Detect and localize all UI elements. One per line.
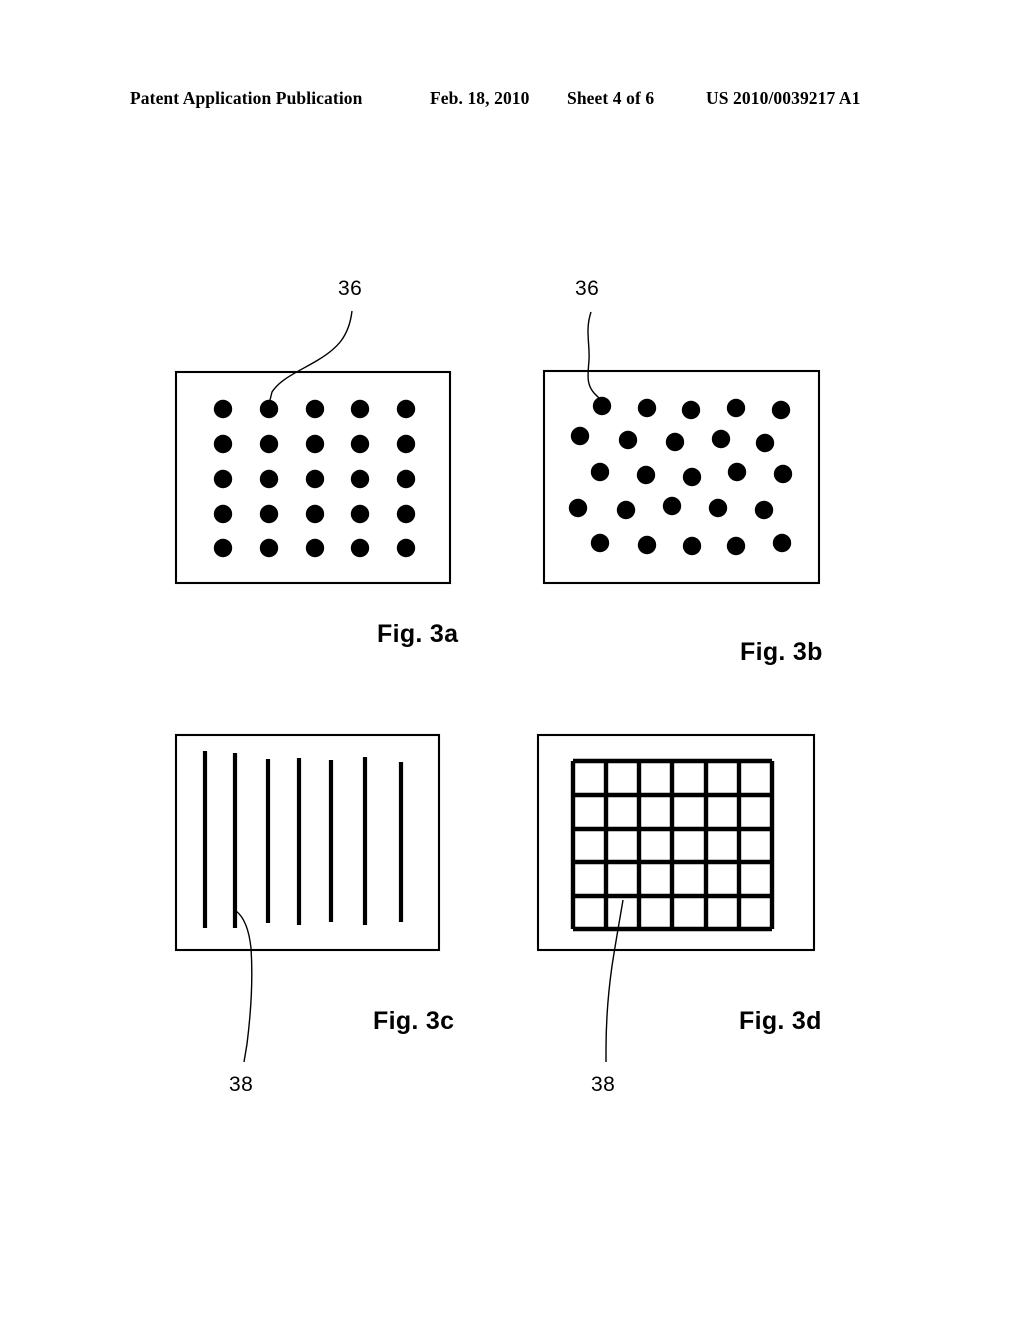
figure-3a-dot-array: [213, 399, 416, 558]
figure-3a-leader-line: [269, 310, 353, 401]
dot: [396, 434, 416, 454]
dot: [350, 504, 370, 524]
reference-numeral-38-fig3c: 38: [229, 1073, 254, 1096]
dot: [592, 396, 612, 416]
dot: [568, 498, 588, 518]
dot: [665, 432, 685, 452]
figure-3d-leader-line: [605, 899, 624, 1062]
figure-3c-line-array: [202, 751, 404, 928]
dot: [681, 400, 701, 420]
dot: [726, 398, 746, 418]
dot: [755, 433, 775, 453]
dot: [305, 399, 325, 419]
dot: [636, 465, 656, 485]
dot: [682, 467, 702, 487]
reference-numeral-36-fig3b: 36: [575, 277, 600, 300]
dot: [396, 538, 416, 558]
dot: [618, 430, 638, 450]
dot: [350, 469, 370, 489]
dot: [213, 538, 233, 558]
dot: [213, 504, 233, 524]
reference-numeral-36-fig3a: 36: [338, 277, 363, 300]
figure-3b-dot-array: [568, 396, 793, 556]
dot: [396, 504, 416, 524]
dot: [396, 469, 416, 489]
dot: [590, 462, 610, 482]
dot: [305, 434, 325, 454]
figure-3b-group: [542, 311, 821, 585]
figure-3c-leader-line: [235, 910, 253, 1063]
dot: [305, 504, 325, 524]
dot: [213, 399, 233, 419]
dot: [637, 535, 657, 555]
dot: [590, 533, 610, 553]
reference-numeral-38-fig3d: 38: [591, 1073, 616, 1096]
dot: [637, 398, 657, 418]
dot: [259, 434, 279, 454]
dot: [772, 533, 792, 553]
dot: [771, 400, 791, 420]
dot: [305, 469, 325, 489]
dot: [259, 504, 279, 524]
dot: [350, 434, 370, 454]
figure-3b-caption: Fig. 3b: [740, 638, 823, 666]
dot: [305, 538, 325, 558]
figure-3a-caption: Fig. 3a: [377, 620, 459, 648]
dot: [682, 536, 702, 556]
dot: [396, 399, 416, 419]
figure-3d-caption: Fig. 3d: [739, 1007, 822, 1035]
dot: [662, 496, 682, 516]
dot: [616, 500, 636, 520]
figure-3b-leader-line: [587, 311, 601, 400]
dot: [213, 469, 233, 489]
dot: [350, 399, 370, 419]
dot: [259, 469, 279, 489]
dot: [711, 429, 731, 449]
dot: [773, 464, 793, 484]
dot: [726, 536, 746, 556]
figure-3d-grid: [570, 758, 775, 932]
dot: [570, 426, 590, 446]
dot: [708, 498, 728, 518]
figure-drawing-layer: [174, 310, 821, 1063]
dot: [259, 538, 279, 558]
figure-3a-group: [174, 310, 452, 585]
dot: [213, 434, 233, 454]
patent-sheet: Patent Application Publication Feb. 18, …: [0, 0, 1024, 1320]
dot: [727, 462, 747, 482]
figure-3c-caption: Fig. 3c: [373, 1007, 455, 1035]
dot: [259, 399, 279, 419]
dot: [754, 500, 774, 520]
dot: [350, 538, 370, 558]
